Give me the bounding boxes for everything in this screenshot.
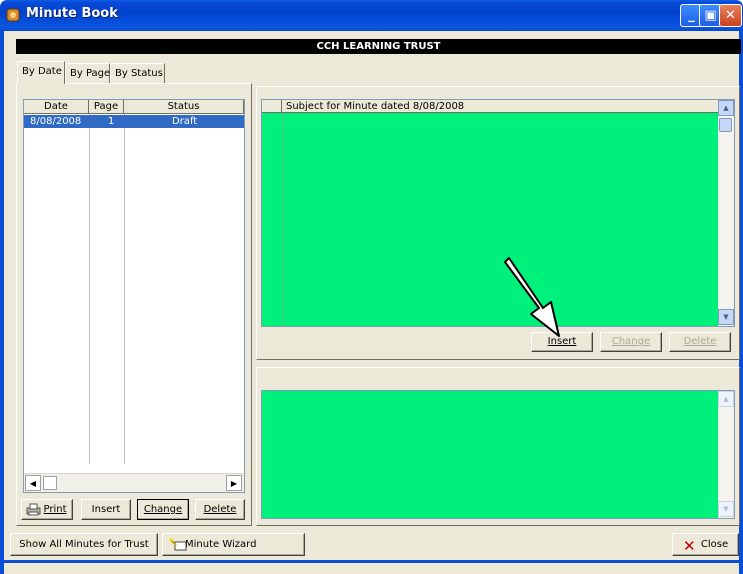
scroll-up-icon[interactable]: ▲ — [718, 391, 734, 407]
window-title: Minute Book — [26, 6, 118, 21]
subject-vertical-scrollbar[interactable]: ▲ ▼ — [718, 100, 734, 326]
minutes-grid[interactable]: Date Page Status 8/08/2008 1 Draft ◀ ▶ — [23, 99, 245, 493]
subject-delete-button[interactable]: Delete — [669, 332, 731, 352]
scroll-down-icon[interactable]: ▼ — [718, 501, 734, 517]
subject-column-header[interactable]: Subject for Minute dated 8/08/2008 — [286, 100, 464, 113]
subject-header-row: Subject for Minute dated 8/08/2008 — [262, 100, 719, 113]
scroll-left-icon[interactable]: ◀ — [25, 475, 41, 491]
column-header-status[interactable]: Status — [124, 100, 244, 114]
minute-wizard-button[interactable]: Minute Wizard — [162, 533, 305, 556]
scroll-thumb[interactable] — [43, 476, 57, 490]
left-change-button[interactable]: Change — [137, 499, 189, 520]
row-indicator-header — [262, 100, 282, 113]
column-divider — [89, 114, 90, 464]
trust-banner: CCH LEARNING TRUST — [16, 39, 741, 54]
column-header-date[interactable]: Date — [24, 100, 89, 114]
text-vertical-scrollbar[interactable]: ▲ ▼ — [718, 391, 734, 518]
cell-page: 1 — [108, 116, 115, 127]
scroll-up-icon[interactable]: ▲ — [718, 100, 734, 116]
show-all-minutes-button[interactable]: Show All Minutes for Trust — [10, 533, 158, 556]
tab-by-status[interactable]: By Status — [110, 63, 165, 83]
scroll-down-icon[interactable]: ▼ — [718, 309, 734, 325]
cell-status: Draft — [172, 116, 198, 127]
row-indicator-divider — [282, 113, 283, 326]
left-delete-button[interactable]: Delete — [195, 499, 245, 520]
table-row[interactable]: 8/08/2008 1 Draft — [24, 115, 244, 128]
minimize-icon: _ — [688, 8, 695, 23]
tab-by-date[interactable]: By Date — [17, 61, 65, 84]
close-window-button[interactable]: ✕ — [719, 4, 742, 27]
grid-horizontal-scrollbar[interactable]: ◀ ▶ — [24, 473, 244, 492]
close-icon: ✕ — [725, 8, 736, 23]
column-header-page[interactable]: Page — [89, 100, 124, 114]
tab-by-page[interactable]: By Page — [65, 63, 110, 83]
subject-change-button[interactable]: Change — [600, 332, 662, 352]
cell-date: 8/08/2008 — [30, 116, 82, 127]
minute-text-area[interactable]: ▲ ▼ — [261, 390, 735, 519]
left-insert-button[interactable]: Insert — [81, 499, 131, 520]
close-x-icon: ✕ — [683, 537, 696, 555]
scroll-thumb[interactable] — [719, 118, 732, 132]
app-icon — [5, 7, 21, 23]
scroll-right-icon[interactable]: ▶ — [226, 475, 242, 491]
close-button[interactable]: ✕ Close — [672, 533, 739, 556]
printer-icon — [26, 503, 41, 523]
print-button[interactable]: Print — [21, 499, 73, 520]
maximize-icon: ▣ — [704, 8, 717, 23]
pointer-arrow-icon — [504, 257, 560, 337]
bottom-border — [4, 560, 739, 563]
wand-icon — [169, 538, 187, 560]
column-divider — [124, 114, 125, 464]
